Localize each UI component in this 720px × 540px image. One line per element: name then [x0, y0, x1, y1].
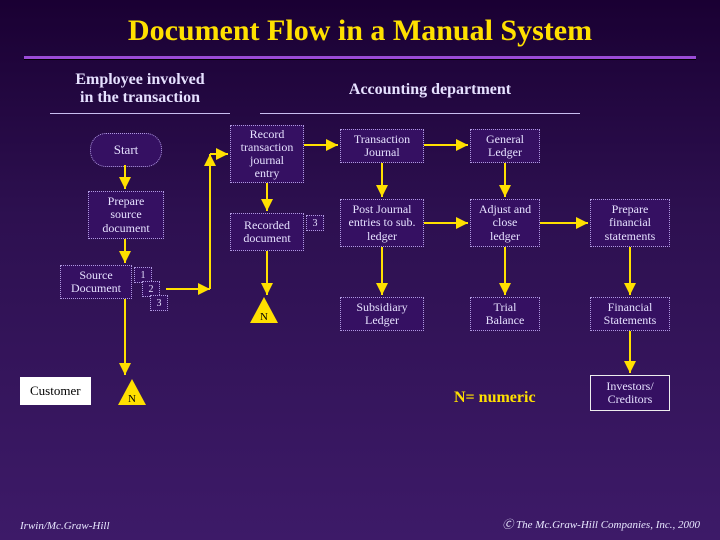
- node-trial-balance: Trial Balance: [470, 297, 540, 331]
- slide-title: Document Flow in a Manual System: [0, 0, 720, 54]
- node-post-entries: Post Journal entries to sub. ledger: [340, 199, 424, 247]
- lane-rule-left: [50, 113, 230, 114]
- file-triangle-recorded-label: N: [260, 311, 268, 323]
- lane-header-accounting: Accounting department: [300, 81, 560, 99]
- node-recorded-doc: Recorded document: [230, 213, 304, 251]
- file-triangle-customer-label: N: [128, 393, 136, 405]
- node-subsidiary-ledger: Subsidiary Ledger: [340, 297, 424, 331]
- node-record-entry: Record transaction journal entry: [230, 125, 304, 183]
- node-transaction-journal: Transaction Journal: [340, 129, 424, 163]
- node-start: Start: [90, 133, 162, 167]
- lane-rule-right: [260, 113, 580, 114]
- node-prepare-fs: Prepare financial statements: [590, 199, 670, 247]
- lane-header-employee: Employee involved in the transaction: [60, 71, 220, 107]
- footer-left: Irwin/Mc.Graw-Hill: [20, 520, 110, 532]
- footer-right: Ⓒ The Mc.Graw-Hill Companies, Inc., 2000: [502, 516, 700, 532]
- node-source-document: Source Document: [60, 265, 132, 299]
- copy-3: 3: [150, 295, 168, 311]
- node-financial-statements: Financial Statements: [590, 297, 670, 331]
- node-customer: Customer: [20, 377, 91, 405]
- node-general-ledger: General Ledger: [470, 129, 540, 163]
- recorded-copy-3: 3: [306, 215, 324, 231]
- diagram-stage: Employee involved in the transaction Acc…: [0, 59, 720, 499]
- node-prepare-source: Prepare source document: [88, 191, 164, 239]
- node-adjust-close: Adjust and close ledger: [470, 199, 540, 247]
- legend-text: N= numeric: [454, 389, 536, 407]
- node-investors: Investors/ Creditors: [590, 375, 670, 411]
